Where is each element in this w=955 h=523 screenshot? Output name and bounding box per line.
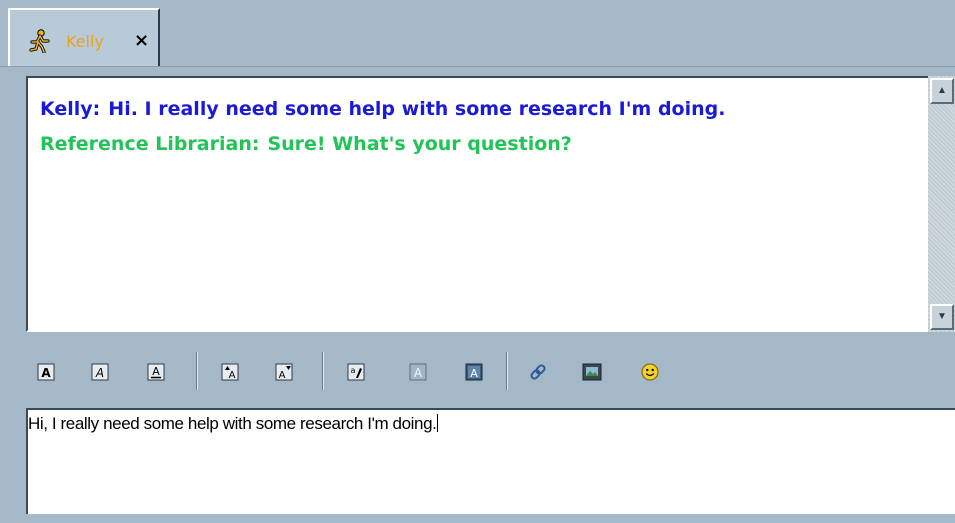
bold-icon[interactable]: A xyxy=(36,362,56,382)
svg-text:A: A xyxy=(152,365,160,378)
message-sender: Reference Librarian: xyxy=(40,133,260,155)
background-color-icon[interactable]: A xyxy=(408,362,428,382)
text-color-icon[interactable]: a xyxy=(346,362,366,382)
vertical-scrollbar[interactable]: ▲ ▼ xyxy=(928,76,955,332)
tab-strip: Kelly × xyxy=(0,0,955,67)
formatting-toolbar: A A A A A a A A xyxy=(26,346,955,396)
tab-label: Kelly xyxy=(66,32,104,51)
increase-font-size-icon[interactable]: A xyxy=(220,362,240,382)
svg-text:A: A xyxy=(279,370,286,381)
svg-text:a: a xyxy=(351,366,356,375)
message-text: Sure! What's your question? xyxy=(267,133,572,155)
insert-image-icon[interactable] xyxy=(582,362,602,382)
message-sender: Kelly: xyxy=(40,98,101,120)
underline-icon[interactable]: A xyxy=(146,362,166,382)
message-history[interactable]: Kelly: Hi. I really need some help with s… xyxy=(26,76,928,332)
svg-text:A: A xyxy=(414,366,423,380)
svg-text:A: A xyxy=(41,366,51,380)
message-input-text: Hi, I really need some help with some re… xyxy=(28,414,437,433)
svg-text:A: A xyxy=(229,370,236,381)
decrease-font-size-icon[interactable]: A xyxy=(274,362,294,382)
scroll-down-button[interactable]: ▼ xyxy=(930,304,954,330)
scroll-up-button[interactable]: ▲ xyxy=(930,78,954,104)
conversation-tab-kelly[interactable]: Kelly × xyxy=(8,8,160,66)
message-row: Reference Librarian: Sure! What's your qu… xyxy=(40,127,916,162)
text-caret xyxy=(437,414,439,432)
italic-icon[interactable]: A xyxy=(90,362,110,382)
toolbar-separator xyxy=(196,352,198,390)
close-icon[interactable]: × xyxy=(134,30,149,51)
toolbar-separator xyxy=(322,352,324,390)
font-style-icon[interactable]: A xyxy=(464,362,484,382)
aim-running-man-icon xyxy=(28,29,52,54)
message-input-field[interactable]: Hi, I really need some help with some re… xyxy=(26,408,955,514)
toolbar-separator xyxy=(506,352,508,390)
insert-link-icon[interactable] xyxy=(528,362,548,382)
svg-text:A: A xyxy=(95,366,104,380)
smiley-icon[interactable] xyxy=(640,362,660,382)
message-text: Hi. I really need some help with some re… xyxy=(108,98,726,120)
message-row: Kelly: Hi. I really need some help with s… xyxy=(40,92,916,127)
transcript-pane: Kelly: Hi. I really need some help with s… xyxy=(26,76,955,332)
svg-text:A: A xyxy=(470,367,478,380)
